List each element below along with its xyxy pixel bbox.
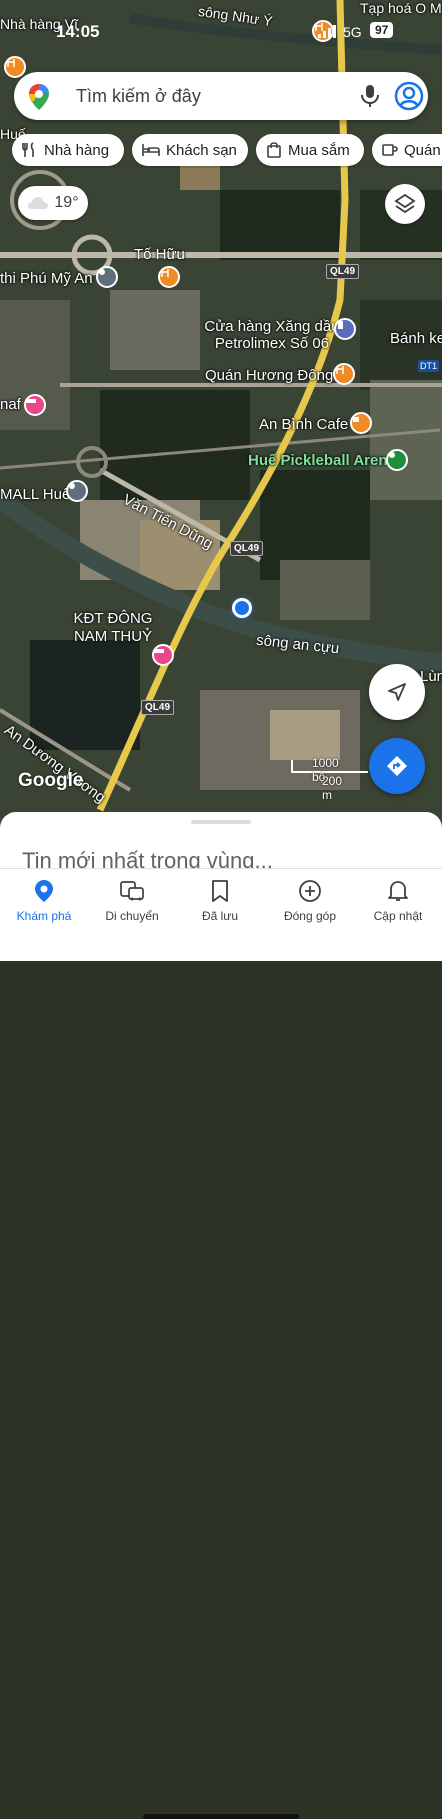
- hotel-pin-icon[interactable]: [24, 394, 46, 416]
- landmark-pin-icon[interactable]: [66, 480, 88, 502]
- bell-icon: [388, 881, 408, 901]
- layers-icon: [394, 193, 416, 214]
- map-imagery: [0, 0, 442, 860]
- weather-temperature: 19°: [54, 194, 79, 211]
- chip-cafes[interactable]: Quán: [372, 134, 442, 166]
- bookmark-icon: [212, 880, 228, 902]
- chip-label: Mua sắm: [288, 141, 350, 159]
- hotel-pin-icon[interactable]: [152, 644, 174, 666]
- current-location-dot: [232, 598, 252, 618]
- status-bar: 14:05 5G 97: [0, 14, 442, 50]
- search-bar[interactable]: Tìm kiếm ở đây: [14, 72, 428, 120]
- label-huong-dong: Quán Hương Đông: [205, 367, 334, 384]
- directions-icon: [387, 756, 407, 776]
- bed-icon: [142, 144, 160, 156]
- navigation-arrow-icon: [388, 683, 406, 701]
- chip-hotels[interactable]: Khách sạn: [132, 134, 248, 166]
- label-banh-ken: Bánh ken: [390, 330, 442, 347]
- road-badge-ql49: QL49: [230, 541, 264, 556]
- chip-label: Khách sạn: [166, 141, 237, 159]
- satellite-map[interactable]: Nhà hàng Vĩ sông Như Ý Tạp hoá O M Huế T…: [0, 0, 442, 860]
- weather-chip[interactable]: 19°: [18, 186, 88, 220]
- nav-label: Cập nhật: [373, 909, 423, 923]
- chip-restaurants[interactable]: Nhà hàng: [12, 134, 124, 166]
- restaurant-pin-icon[interactable]: [158, 266, 180, 288]
- google-attribution: Google: [18, 770, 84, 791]
- label-naf: naf: [0, 396, 21, 413]
- signal-icon: [318, 25, 336, 38]
- road-badge-ql49: QL49: [141, 700, 175, 715]
- bottom-navigation: Khám phá Di chuyển Đã lưu Đóng góp Cập n…: [0, 868, 442, 1819]
- sheet-drag-handle[interactable]: [191, 820, 251, 824]
- nav-commute[interactable]: Di chuyển: [88, 879, 176, 923]
- add-circle-icon: [299, 880, 321, 902]
- label-mall-hue: MALL Huế: [0, 486, 71, 503]
- gas-station-pin-icon[interactable]: [334, 318, 356, 340]
- label-an-binh: An Bình Cafe: [259, 416, 349, 433]
- nav-label: Khám phá: [16, 909, 72, 923]
- restaurant-pin-icon[interactable]: [4, 56, 26, 78]
- restaurant-pin-icon[interactable]: [333, 363, 355, 385]
- shopping-bag-icon: [267, 142, 281, 158]
- nav-explore[interactable]: Khám phá: [0, 879, 88, 923]
- directions-button[interactable]: [369, 738, 425, 794]
- nav-label: Đã lưu: [201, 909, 239, 923]
- nav-saved[interactable]: Đã lưu: [176, 879, 264, 923]
- explore-bottom-sheet[interactable]: Tin mới nhất trong vùng...: [0, 812, 442, 872]
- cloud-icon: [28, 197, 49, 209]
- chip-shopping[interactable]: Mua sắm: [256, 134, 364, 166]
- chip-label: Quán: [404, 141, 441, 159]
- nav-label: Di chuyển: [105, 909, 159, 923]
- map-layers-button[interactable]: [385, 184, 425, 224]
- fork-knife-icon: [22, 142, 34, 157]
- sports-pin-icon[interactable]: [386, 449, 408, 471]
- search-input[interactable]: Tìm kiếm ở đây: [76, 86, 201, 107]
- label-petrolimex: Cửa hàng Xăng dầu Petrolimex Số 06: [204, 318, 340, 352]
- road-badge-ql49: QL49: [326, 264, 360, 279]
- coffee-cup-icon: [382, 144, 398, 156]
- cafe-pin-icon[interactable]: [350, 412, 372, 434]
- road-badge-dt1: DT1: [418, 360, 440, 372]
- nav-contribute[interactable]: Đóng góp: [266, 879, 354, 923]
- label-phu-my-an: thi Phú Mỹ An: [0, 270, 93, 287]
- my-location-button[interactable]: [369, 664, 425, 720]
- landmark-pin-icon[interactable]: [96, 266, 118, 288]
- network-type: 5G: [343, 24, 362, 40]
- status-time: 14:05: [56, 22, 100, 41]
- label-to-huu: Tố Hữu: [134, 246, 185, 263]
- battery-level: 97: [370, 22, 394, 38]
- account-avatar-icon[interactable]: [394, 81, 424, 111]
- label-kdt-dong-nam-thuy: KĐT ĐÔNG NAM THUỶ: [73, 610, 153, 645]
- label-pickleball: Huế Pickleball Arena: [248, 452, 396, 469]
- home-indicator: [143, 1814, 299, 1819]
- scale-metric: 200 m: [322, 774, 343, 802]
- microphone-icon[interactable]: [359, 84, 381, 108]
- explore-pin-icon: [35, 880, 53, 902]
- category-chips: Nhà hàng Khách sạn Mua sắm Quán: [0, 134, 442, 168]
- chip-label: Nhà hàng: [44, 141, 110, 159]
- nav-updates[interactable]: Cập nhật: [354, 879, 442, 923]
- commute-icon: [120, 881, 144, 901]
- nav-label: Đóng góp: [283, 909, 337, 923]
- google-maps-logo-icon: [29, 84, 49, 110]
